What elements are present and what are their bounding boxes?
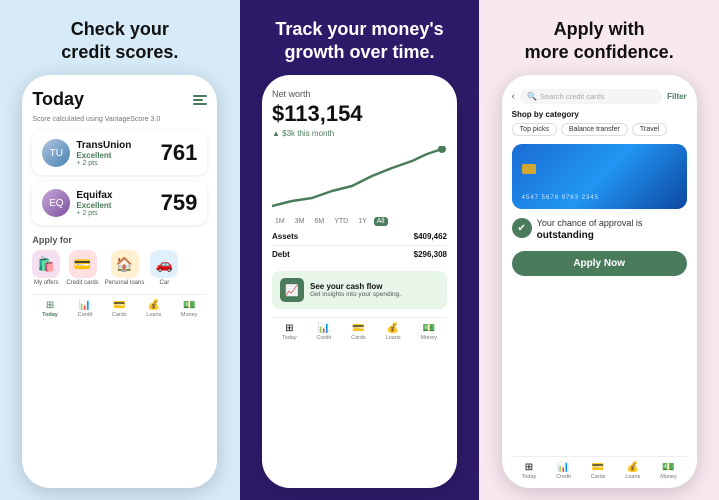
tab-1m[interactable]: 1M <box>272 217 288 226</box>
search-icon: 🔍 <box>527 92 537 101</box>
nav-today[interactable]: ⊞ Today <box>42 300 58 318</box>
tab-3m[interactable]: 3M <box>292 217 308 226</box>
score-rating-1: Excellent <box>76 151 131 160</box>
phone-frame-3: ‹ 🔍 Search credit cards Filter Shop by c… <box>502 75 697 488</box>
debt-row: Debt $296,308 <box>272 250 447 263</box>
tab-1y[interactable]: 1Y <box>355 217 370 226</box>
nav-cards-2[interactable]: 💳 Cards <box>351 323 366 341</box>
score-number-2: 759 <box>161 190 198 216</box>
panel-credit-scores: Check your credit scores. Today Score ca… <box>0 0 240 500</box>
bureau-name-2: Equifax <box>76 190 112 201</box>
nav-today-2[interactable]: ⊞ Today <box>282 323 297 341</box>
assets-row: Assets $409,462 <box>272 232 447 246</box>
search-bar[interactable]: 🔍 Search credit cards <box>520 89 662 104</box>
panel1-title: Check your credit scores. <box>61 18 178 63</box>
nav-money-3[interactable]: 💵 Money <box>660 462 677 480</box>
debt-value: $296,308 <box>414 250 447 259</box>
cash-flow-card[interactable]: 📈 See your cash flow Get insights into y… <box>272 271 447 309</box>
category-pills: Top picks Balance transfer Travel <box>512 123 687 136</box>
apply-item-loans[interactable]: 🏠 Personal loans <box>105 250 145 286</box>
today-label: Today <box>32 89 84 110</box>
assets-value: $409,462 <box>414 232 447 241</box>
panel-apply: Apply with more confidence. ‹ 🔍 Search c… <box>479 0 719 500</box>
pill-top-picks[interactable]: Top picks <box>512 123 557 136</box>
approval-rating: outstanding <box>537 230 643 241</box>
equifax-icon: EQ <box>42 189 70 217</box>
phone-frame-2: Net worth $113,154 ▲ $3k this month 1M 3… <box>262 75 457 488</box>
nav-money[interactable]: 💵 Money <box>181 300 198 318</box>
nav-credit[interactable]: 📊 Credit <box>78 300 93 318</box>
score-subtext: Score calculated using VantageScore 3.0 <box>32 116 207 123</box>
search-header: ‹ 🔍 Search credit cards Filter <box>512 89 687 104</box>
approval-text: Your chance of approval is <box>537 217 643 230</box>
panel3-title: Apply with more confidence. <box>525 18 674 63</box>
panel2-title: Track your money's growth over time. <box>275 18 443 63</box>
chart-tab-row: 1M 3M 6M YTD 1Y All <box>272 217 447 226</box>
net-worth-label: Net worth <box>272 89 447 99</box>
score-pts-1: + 2 pts <box>76 160 131 167</box>
back-icon[interactable]: ‹ <box>512 91 515 102</box>
shop-by-category: Shop by category <box>512 110 687 119</box>
net-worth-value: $113,154 <box>272 101 447 127</box>
tab-6m[interactable]: 6M <box>311 217 327 226</box>
equifax-card: EQ Equifax Excellent + 2 pts 759 <box>32 181 207 225</box>
nav-credit-2[interactable]: 📊 Credit <box>317 323 332 341</box>
apply-item-cards[interactable]: 💳 Credit cards <box>66 250 98 286</box>
cash-flow-icon: 📈 <box>280 278 304 302</box>
apply-item-car[interactable]: 🚗 Car <box>150 250 178 286</box>
apply-section: Apply for 🛍️ My offers 💳 Credit cards 🏠 … <box>32 235 207 286</box>
score-pts-2: + 2 pts <box>76 210 112 217</box>
score-rating-2: Excellent <box>76 201 112 210</box>
nav-loans-2[interactable]: 💰 Loans <box>386 323 401 341</box>
cash-flow-subtitle: Get insights into your spending. <box>310 291 401 298</box>
transunion-card: TU TransUnion Excellent + 2 pts 761 <box>32 131 207 175</box>
tab-all[interactable]: All <box>374 217 388 226</box>
card-number: 4547 5678 9763 2345 <box>522 195 599 201</box>
pill-balance-transfer[interactable]: Balance transfer <box>561 123 628 136</box>
nav-money-2[interactable]: 💵 Money <box>421 323 438 341</box>
tab-ytd[interactable]: YTD <box>331 217 351 226</box>
pill-travel[interactable]: Travel <box>632 123 667 136</box>
nav-credit-3[interactable]: 📊 Credit <box>556 462 571 480</box>
cash-flow-title: See your cash flow <box>310 282 401 291</box>
nav-cards[interactable]: 💳 Cards <box>112 300 127 318</box>
search-placeholder: Search credit cards <box>540 92 605 101</box>
nav-today-3[interactable]: ⊞ Today <box>522 462 537 480</box>
transunion-icon: TU <box>42 139 70 167</box>
apply-item-offers[interactable]: 🛍️ My offers <box>32 250 60 286</box>
panel-net-worth: Track your money's growth over time. Net… <box>240 0 480 500</box>
filter-button[interactable]: Filter <box>667 92 687 101</box>
debt-label: Debt <box>272 250 290 259</box>
apply-now-button[interactable]: Apply Now <box>512 251 687 276</box>
phone-frame-1: Today Score calculated using VantageScor… <box>22 75 217 488</box>
nav-cards-3[interactable]: 💳 Cards <box>591 462 606 480</box>
nav-loans[interactable]: 💰 Loans <box>146 300 161 318</box>
score-number-1: 761 <box>161 140 198 166</box>
approval-check-icon: ✔ <box>512 218 532 238</box>
approval-section: ✔ Your chance of approval is outstanding <box>512 217 687 241</box>
credit-card-image: 4547 5678 9763 2345 <box>512 144 687 209</box>
assets-label: Assets <box>272 232 298 241</box>
apply-for-label: Apply for <box>32 235 207 245</box>
menu-icon[interactable] <box>193 95 207 105</box>
bureau-name-1: TransUnion <box>76 140 131 151</box>
card-chip <box>522 164 536 174</box>
net-worth-chart <box>272 146 447 211</box>
net-worth-change: ▲ $3k this month <box>272 129 447 138</box>
nav-loans-3[interactable]: 💰 Loans <box>625 462 640 480</box>
